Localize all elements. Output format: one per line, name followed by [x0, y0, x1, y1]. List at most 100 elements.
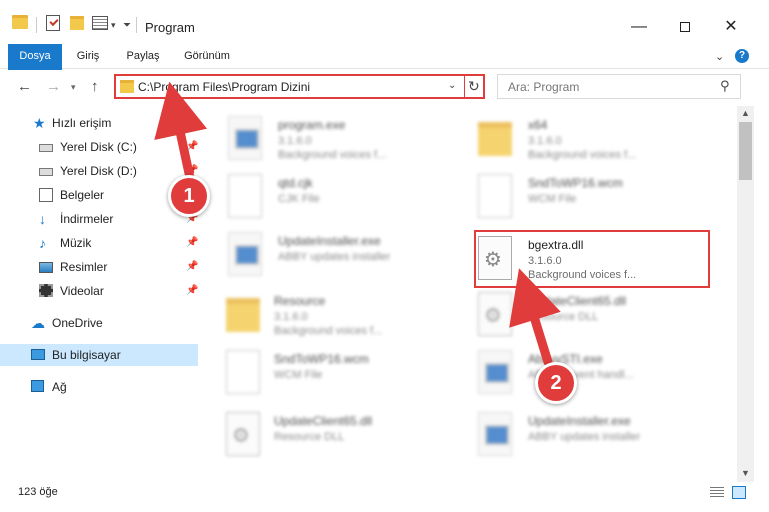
file-detail: WCM File — [274, 369, 323, 381]
pin-icon[interactable]: 📌 — [186, 232, 198, 254]
file-item[interactable]: UpdateInstaller.exe ABBY updates install… — [478, 408, 728, 464]
expand-ribbon-icon[interactable]: ⌄ — [715, 50, 724, 63]
scroll-thumb[interactable] — [739, 122, 752, 180]
folder-icon — [12, 15, 28, 29]
file-item[interactable]: AbbyySTI.exe ABBYY event handl... — [478, 346, 728, 402]
pin-icon[interactable]: 📌 — [186, 136, 198, 158]
file-name: qtd.cjk — [278, 176, 313, 190]
forward-arrow-icon[interactable]: → — [46, 78, 61, 95]
maximize-button[interactable] — [662, 12, 708, 42]
file-item[interactable]: UpdateClient65.dll Resource DLL — [226, 408, 476, 464]
sidebar-item-videos[interactable]: Videolar 📌 — [0, 280, 200, 302]
quick-access-separator — [36, 17, 37, 33]
file-item[interactable]: program.exe 3.1.6.0 Background voices f.… — [228, 112, 478, 168]
file-name: UpdateInstaller.exe — [278, 234, 381, 248]
scroll-down-icon[interactable]: ▼ — [741, 468, 750, 478]
file-detail: Background voices f... — [278, 149, 387, 161]
ribbon-tabs: Dosya Giriş Paylaş Görünüm ⌄ ? — [0, 44, 769, 100]
sidebar-item-pictures[interactable]: Resimler 📌 — [0, 256, 200, 278]
close-button[interactable]: ✕ — [708, 12, 754, 42]
sidebar-item-quick-access[interactable]: ★ Hızlı erişim — [0, 112, 200, 134]
address-path[interactable]: C:\Program Files\Program Dizini — [138, 80, 310, 94]
maximize-icon — [680, 21, 690, 32]
up-arrow-icon[interactable]: ↑ — [91, 78, 99, 95]
exe-file-icon — [478, 412, 512, 456]
sidebar-item-local-disk-d[interactable]: Yerel Disk (D:) 📌 — [0, 160, 200, 182]
tab-home[interactable]: Giriş — [62, 44, 114, 69]
file-name: SndToWP16.wcm — [528, 176, 623, 190]
properties-list-icon[interactable] — [92, 16, 108, 30]
file-item[interactable]: Resource 3.1.6.0 Background voices f... — [226, 288, 476, 344]
file-item[interactable]: qtd.cjk CJK File — [228, 170, 478, 226]
tab-share[interactable]: Paylaş — [114, 44, 172, 69]
status-bar: 123 öğe — [0, 482, 769, 504]
sidebar-item-label: Müzik — [60, 236, 92, 250]
sidebar-item-label: Videolar — [60, 284, 104, 298]
search-icon[interactable]: ⚲ — [720, 78, 730, 94]
pin-icon[interactable]: 📌 — [186, 256, 198, 278]
customize-toolbar-icon[interactable]: ⏷ — [123, 20, 131, 31]
folder-icon — [478, 122, 512, 156]
blank-file-icon — [228, 174, 262, 218]
sidebar-item-label: İndirmeler — [60, 212, 114, 226]
file-item[interactable]: SndToWP16.wcm WCM File — [478, 170, 728, 226]
folder-icon — [226, 298, 260, 332]
pictures-icon — [39, 262, 53, 273]
sidebar-item-downloads[interactable]: ↓ İndirmeler 📌 — [0, 208, 200, 230]
pin-icon[interactable]: 📌 — [186, 280, 198, 302]
file-detail: ABBY updates installer — [278, 251, 391, 263]
sidebar-item-this-pc[interactable]: Bu bilgisayar — [0, 344, 198, 366]
sidebar-item-label: Hızlı erişim — [52, 116, 112, 130]
file-name: Resource — [274, 294, 326, 308]
refresh-icon[interactable]: ↻ — [468, 78, 480, 95]
file-detail: WCM File — [528, 193, 577, 205]
large-icons-view-icon[interactable] — [732, 486, 746, 499]
recent-locations-icon[interactable]: ▾ — [71, 82, 76, 93]
blank-file-icon — [226, 350, 260, 394]
cloud-icon: ☁ — [31, 315, 45, 331]
sidebar-item-label: Yerel Disk (D:) — [60, 164, 137, 178]
file-detail: CJK File — [278, 193, 320, 205]
vertical-scrollbar[interactable]: ▲ ▼ — [737, 106, 754, 482]
sidebar-item-network[interactable]: Ağ — [0, 376, 200, 398]
help-icon[interactable]: ? — [735, 49, 749, 63]
chevron-down-icon[interactable]: ⌄ — [448, 80, 456, 91]
file-detail: Resource DLL — [274, 431, 345, 443]
dll-file-icon — [226, 412, 260, 456]
exe-file-icon — [228, 232, 262, 276]
drive-icon — [39, 144, 53, 152]
scroll-up-icon[interactable]: ▲ — [741, 108, 750, 118]
minimize-button[interactable]: — — [616, 12, 662, 42]
file-name: SndToWP16.wcm — [274, 352, 369, 366]
new-folder-icon[interactable] — [70, 16, 84, 30]
file-detail: Background voices f... — [528, 149, 637, 161]
video-icon — [39, 284, 53, 297]
tab-view[interactable]: Görünüm — [172, 44, 242, 69]
file-detail: 3.1.6.0 — [274, 311, 308, 323]
callout-badge-2: 2 — [535, 362, 577, 404]
sidebar-item-music[interactable]: ♪ Müzik 📌 — [0, 232, 200, 254]
network-icon — [31, 380, 44, 392]
search-placeholder[interactable]: Ara: Program — [508, 80, 579, 94]
blank-file-icon — [478, 174, 512, 218]
file-item[interactable]: SndToWP16.wcm WCM File — [226, 346, 476, 402]
search-box[interactable]: Ara: Program ⚲ — [497, 74, 741, 99]
file-item[interactable]: UpdateInstaller.exe ABBY updates install… — [228, 228, 478, 284]
back-arrow-icon[interactable]: ← — [17, 78, 32, 95]
drive-icon — [39, 168, 53, 176]
chevron-down-icon[interactable]: ▾ — [111, 20, 116, 31]
dll-file-icon — [478, 292, 512, 336]
sidebar-item-local-disk-c[interactable]: Yerel Disk (C:) 📌 — [0, 136, 200, 158]
details-view-icon[interactable] — [710, 487, 724, 499]
address-bar[interactable]: C:\Program Files\Program Dizini ⌄ ↻ — [114, 74, 485, 99]
sidebar-item-onedrive[interactable]: ☁ OneDrive — [0, 312, 200, 334]
file-name: x64 — [528, 118, 548, 132]
file-item[interactable]: UpdateClient65.dll Resource DLL — [478, 288, 728, 344]
item-count: 123 öğe — [18, 486, 58, 498]
callout-badge-1: 1 — [168, 175, 210, 217]
properties-check-icon[interactable] — [46, 15, 60, 31]
file-detail: Resource DLL — [528, 311, 599, 323]
file-item[interactable]: x64 3.1.6.0 Background voices f... — [478, 112, 728, 168]
download-icon: ↓ — [39, 211, 46, 227]
sidebar-item-label: Belgeler — [60, 188, 105, 202]
